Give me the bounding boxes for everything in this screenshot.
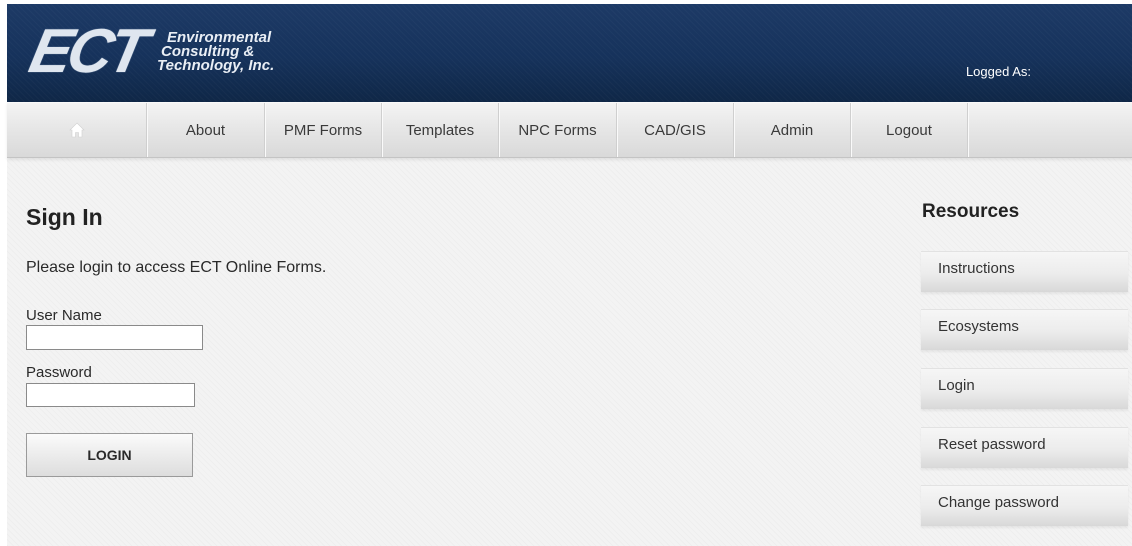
password-label: Password xyxy=(26,364,92,381)
nav-about[interactable]: About xyxy=(147,103,265,157)
resource-link-instructions[interactable]: Instructions xyxy=(921,251,1128,292)
password-input[interactable] xyxy=(26,383,195,407)
nav-cad-gis[interactable]: CAD/GIS xyxy=(617,103,734,157)
resource-link-reset-password[interactable]: Reset password xyxy=(921,427,1128,468)
ect-logo[interactable]: ECT Environmental Consulting & Technolog… xyxy=(24,17,275,86)
logged-as-label: Logged As: xyxy=(965,64,1031,79)
main-nav: About PMF Forms Templates NPC Forms CAD/… xyxy=(7,102,1132,158)
login-intro-text: Please login to access ECT Online Forms. xyxy=(26,259,327,276)
logo-mark: ECT xyxy=(23,17,151,86)
nav-admin[interactable]: Admin xyxy=(734,103,851,157)
resources-heading: Resources xyxy=(922,201,1020,222)
resource-link-login[interactable]: Login xyxy=(921,368,1128,409)
site-header: ECT Environmental Consulting & Technolog… xyxy=(7,4,1132,102)
nav-pmf-forms[interactable]: PMF Forms xyxy=(265,103,382,157)
page-title: Sign In xyxy=(26,204,103,230)
nav-home[interactable] xyxy=(7,103,147,157)
home-icon xyxy=(68,122,85,138)
resource-link-ecosystems[interactable]: Ecosystems xyxy=(921,309,1128,350)
logo-company-name: Environmental Consulting & Technology, I… xyxy=(157,30,275,74)
nav-npc-forms[interactable]: NPC Forms xyxy=(499,103,617,157)
login-button[interactable]: LOGIN xyxy=(26,433,193,477)
logo-line-3: Technology, Inc. xyxy=(157,57,275,74)
nav-templates[interactable]: Templates xyxy=(382,103,499,157)
username-input[interactable] xyxy=(26,325,203,350)
nav-logout[interactable]: Logout xyxy=(851,103,968,157)
page: ECT Environmental Consulting & Technolog… xyxy=(7,4,1132,546)
resource-link-change-password[interactable]: Change password xyxy=(921,485,1128,526)
username-label: User Name xyxy=(26,307,102,324)
